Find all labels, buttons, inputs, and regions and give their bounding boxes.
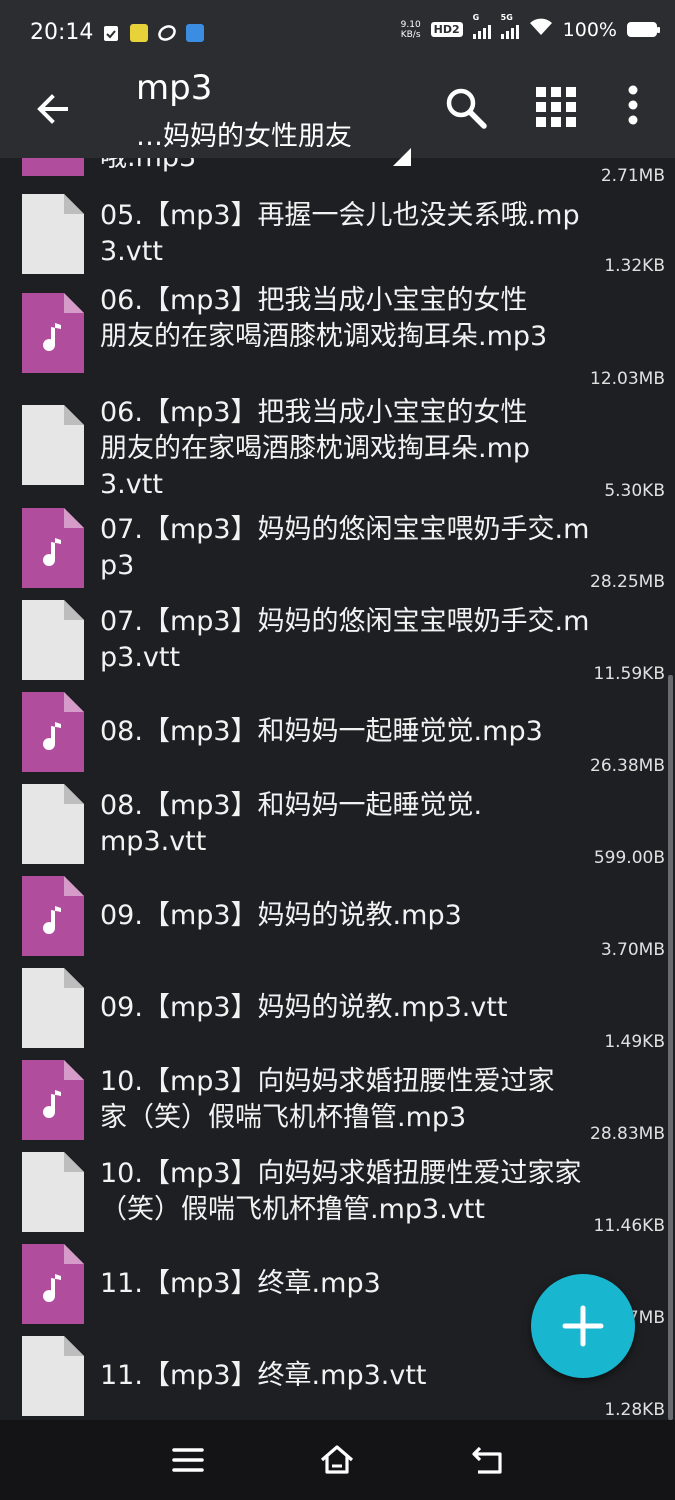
page-title: mp3 — [136, 68, 213, 108]
file-size: 26.38MB — [590, 756, 665, 776]
file-size: 12.03MB — [590, 369, 665, 389]
sync-icon — [158, 24, 176, 42]
file-size: 1.32KB — [604, 256, 665, 276]
file-name: 08.【mp3】和妈妈一起睡觉觉.mp3.vtt — [100, 790, 483, 857]
file-name: 10.【mp3】向妈妈求婚扭腰性爱过家家（笑）假喘飞机杯撸管.mp3 — [100, 1066, 555, 1133]
audio-file-icon — [22, 158, 84, 176]
file-name: 10.【mp3】向妈妈求婚扭腰性爱过家家（笑）假喘飞机杯撸管.mp3.vtt — [100, 1158, 582, 1225]
search-icon[interactable] — [444, 86, 488, 130]
back-arrow-icon[interactable] — [32, 88, 74, 130]
file-row[interactable]: 06.【mp3】把我当成小宝宝的女性朋友的在家喝酒膝枕调戏掏耳朵.mp3 12.… — [0, 285, 675, 389]
audio-file-icon — [22, 508, 84, 588]
file-name: 05.【mp3】再握一会儿也没关系哦.mp3.vtt — [100, 200, 580, 267]
file-name: 08.【mp3】和妈妈一起睡觉觉.mp3 — [100, 716, 543, 747]
status-time: 20:14 — [30, 20, 94, 45]
file-name: 07.【mp3】妈妈的悠闲宝宝喂奶手交.mp3.vtt — [100, 606, 590, 673]
file-row[interactable]: 09.【mp3】妈妈的说教.mp3 3.70MB — [0, 876, 675, 968]
file-name: 06.【mp3】把我当成小宝宝的女性朋友的在家喝酒膝枕调戏掏耳朵.mp3.vtt — [100, 397, 531, 500]
system-nav-bar — [0, 1420, 675, 1500]
file-size: 5.30KB — [604, 481, 665, 501]
sim1-label: G — [472, 12, 480, 22]
clipboard-icon — [102, 24, 120, 42]
file-name: 09.【mp3】妈妈的说教.mp3.vtt — [100, 992, 508, 1023]
audio-file-icon — [22, 692, 84, 772]
file-row[interactable]: 07.【mp3】妈妈的悠闲宝宝喂奶手交.mp3 28.25MB — [0, 508, 675, 600]
file-size: 3.70MB — [600, 940, 665, 960]
file-name: 11.【mp3】终章.mp3.vtt — [100, 1360, 427, 1391]
file-size: 11.59KB — [593, 664, 665, 684]
home-icon[interactable] — [319, 1442, 355, 1478]
net-speed-unit: KB/s — [400, 29, 421, 40]
audio-file-icon — [22, 293, 84, 373]
audio-file-icon — [22, 1060, 84, 1140]
menu-icon[interactable] — [170, 1442, 206, 1478]
sim2-label: 5G — [500, 12, 513, 22]
sim-card-icon — [130, 24, 148, 42]
file-row[interactable]: 07.【mp3】妈妈的悠闲宝宝喂奶手交.mp3.vtt 11.59KB — [0, 600, 675, 692]
file-list[interactable]: 哦.mp3 2.71MB 05.【mp3】再握一会儿也没关系哦.mp3.vtt … — [0, 158, 675, 1420]
file-row[interactable]: 10.【mp3】向妈妈求婚扭腰性爱过家家（笑）假喘飞机杯撸管.mp3 28.83… — [0, 1060, 675, 1152]
battery-icon — [627, 22, 660, 37]
app-bar: mp3 …妈妈的女性朋友 — [0, 66, 675, 166]
hd-badge: HD2 — [430, 22, 463, 37]
file-size: 28.83MB — [590, 1124, 665, 1144]
document-file-icon — [22, 405, 84, 485]
file-row[interactable]: 哦.mp3 2.71MB — [0, 158, 675, 186]
file-name: 11.【mp3】终章.mp3 — [100, 1268, 381, 1299]
signal-sim2-icon: 5G — [500, 13, 519, 39]
file-size: 599.00B — [593, 848, 665, 868]
file-row[interactable]: 08.【mp3】和妈妈一起睡觉觉.mp3 26.38MB — [0, 692, 675, 784]
battery-percent: 100% — [562, 18, 617, 41]
document-file-icon — [22, 600, 84, 680]
file-row[interactable]: 08.【mp3】和妈妈一起睡觉觉.mp3.vtt 599.00B — [0, 784, 675, 876]
document-file-icon — [22, 1336, 84, 1416]
file-name: 07.【mp3】妈妈的悠闲宝宝喂奶手交.mp3 — [100, 514, 590, 581]
scrollbar[interactable] — [668, 675, 673, 1420]
signal-sim1-icon: G — [472, 13, 491, 39]
document-file-icon — [22, 968, 84, 1048]
add-icon — [562, 1305, 604, 1347]
file-row[interactable]: 06.【mp3】把我当成小宝宝的女性朋友的在家喝酒膝枕调戏掏耳朵.mp3.vtt… — [0, 397, 675, 501]
document-file-icon — [22, 1152, 84, 1232]
audio-file-icon — [22, 876, 84, 956]
more-vert-icon[interactable] — [622, 84, 644, 128]
path-subtitle[interactable]: …妈妈的女性朋友 — [136, 114, 352, 153]
back-icon[interactable] — [470, 1442, 506, 1478]
wifi-icon — [529, 18, 553, 41]
file-size: 28.25MB — [590, 572, 665, 592]
net-speed-value: 9.10 — [400, 19, 421, 30]
status-bar: 20:14 9.10 KB/s HD2 G 5G 100% — [0, 0, 675, 66]
net-speed: 9.10 KB/s — [401, 20, 421, 40]
file-size: 2.71MB — [600, 166, 665, 186]
file-row[interactable]: 05.【mp3】再握一会儿也没关系哦.mp3.vtt 1.32KB — [0, 190, 675, 282]
file-name: 哦.mp3 — [100, 158, 600, 176]
file-size: 1.49KB — [604, 1032, 665, 1052]
document-file-icon — [22, 784, 84, 864]
audio-file-icon — [22, 1244, 84, 1324]
file-size: 1.28KB — [604, 1400, 665, 1420]
file-size: 11.46KB — [593, 1216, 665, 1236]
add-fab-button[interactable] — [531, 1274, 635, 1378]
file-name: 06.【mp3】把我当成小宝宝的女性朋友的在家喝酒膝枕调戏掏耳朵.mp3 — [100, 285, 548, 352]
file-name: 09.【mp3】妈妈的说教.mp3 — [100, 900, 462, 931]
file-row[interactable]: 09.【mp3】妈妈的说教.mp3.vtt 1.49KB — [0, 968, 675, 1060]
grid-view-icon[interactable] — [535, 86, 577, 128]
app-notification-icon — [186, 24, 204, 42]
document-file-icon — [22, 194, 84, 274]
file-row[interactable]: 10.【mp3】向妈妈求婚扭腰性爱过家家（笑）假喘飞机杯撸管.mp3.vtt 1… — [0, 1152, 675, 1244]
